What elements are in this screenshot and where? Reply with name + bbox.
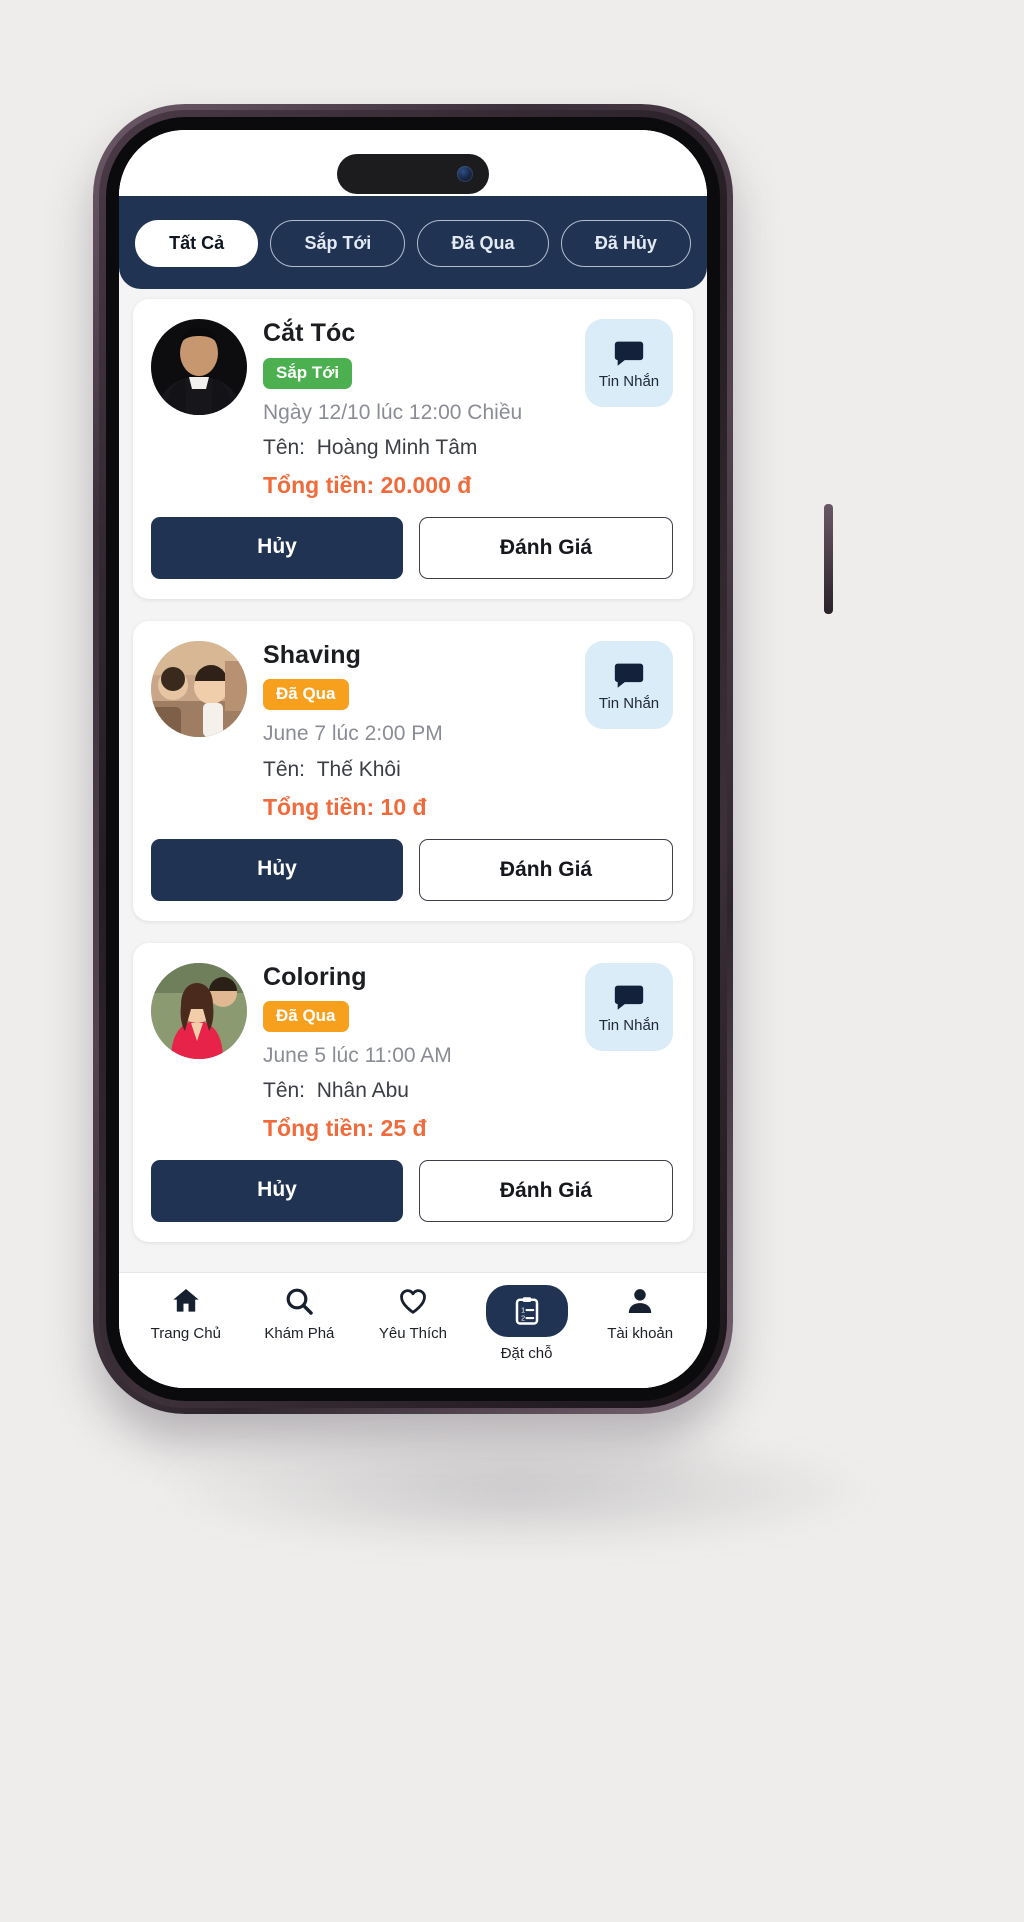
booking-total: Tổng tiền: 25 đ [263, 1115, 427, 1142]
customer-name: Hoàng Minh Tâm [316, 435, 478, 459]
status-badge: Sắp Tới [263, 357, 353, 389]
cancel-button[interactable]: Hủy [151, 1160, 403, 1223]
tab-label: Đã Qua [451, 233, 515, 253]
message-button[interactable]: Tin Nhắn [585, 640, 673, 729]
booking-datetime: June 5 lúc 11:00 AM [263, 1044, 452, 1067]
message-button-label: Tin Nhắn [598, 1016, 660, 1034]
svg-text:2: 2 [521, 1314, 525, 1323]
nav-label: Yêu Thích [378, 1325, 448, 1342]
booking-app: Tất Cả Sắp Tới Đã Qua Đã Hủy Cắt Tóc Sắp… [119, 130, 707, 1388]
review-button[interactable]: Đánh Giá [419, 1160, 673, 1223]
home-icon [173, 1289, 199, 1312]
chat-bubble-icon [614, 663, 644, 688]
screenshot-canvas: Tất Cả Sắp Tới Đã Qua Đã Hủy Cắt Tóc Sắp… [0, 0, 1024, 1922]
search-icon [286, 1288, 314, 1315]
customer-name: Nhân Abu [316, 1079, 409, 1103]
service-title: Shaving [263, 640, 361, 669]
tab-label: Tất Cả [169, 233, 225, 253]
service-title: Cắt Tóc [263, 319, 356, 347]
clipboard-icon: 1 2 [515, 1297, 538, 1325]
booking-card[interactable]: Cắt Tóc Sắp Tới Ngày 12/10 lúc 12:00 Chi… [133, 299, 693, 599]
tab-label: Sắp Tới [304, 233, 372, 253]
front-camera-icon [457, 166, 473, 182]
chat-bubble-icon [614, 985, 644, 1010]
review-button[interactable]: Đánh Giá [419, 516, 673, 579]
nav-label: Khám Phá [264, 1325, 335, 1342]
booking-customer-row: Tên: Nhân Abu [263, 1079, 577, 1103]
message-button[interactable]: Tin Nhắn [585, 319, 673, 407]
avatar-photo-2 [151, 640, 247, 737]
phone-device-frame: Tất Cả Sắp Tới Đã Qua Đã Hủy Cắt Tóc Sắp… [93, 104, 833, 1414]
avatar [151, 640, 247, 737]
booking-total: Tổng tiền: 10 đ [263, 793, 427, 820]
booking-actions: Hủy Đánh Giá [151, 838, 673, 901]
nav-item-dat-cho[interactable]: 1 2 Đặt chỗ [470, 1285, 584, 1362]
heart-icon [400, 1289, 426, 1314]
booking-actions: Hủy Đánh Giá [151, 516, 673, 579]
nav-item-tai-khoan[interactable]: Tài khoản [583, 1285, 697, 1342]
review-button[interactable]: Đánh Giá [419, 838, 673, 901]
nav-item-yeu-thich[interactable]: Yêu Thích [356, 1285, 470, 1342]
dynamic-island [337, 154, 489, 194]
booking-datetime: June 7 lúc 2:00 PM [263, 722, 443, 746]
tab-da-huy[interactable]: Đã Hủy [560, 220, 691, 267]
active-nav-pill: 1 2 [485, 1285, 568, 1337]
avatar-photo-3 [151, 962, 247, 1059]
nav-label: Tài khoản [607, 1325, 674, 1342]
booking-datetime: Ngày 12/10 lúc 12:00 Chiều [263, 400, 523, 424]
nav-item-kham-pha[interactable]: Khám Phá [243, 1285, 357, 1342]
chat-bubble-icon [614, 341, 644, 366]
message-button-label: Tin Nhắn [598, 373, 660, 390]
customer-label: Tên: [263, 757, 306, 781]
tab-sap-toi[interactable]: Sắp Tới [270, 220, 406, 267]
status-badge: Đã Qua [263, 1001, 349, 1032]
tab-label: Đã Hủy [594, 233, 657, 253]
cancel-button[interactable]: Hủy [151, 838, 403, 901]
booking-card[interactable]: Shaving Đã Qua June 7 lúc 2:00 PM Tên: T… [133, 620, 693, 921]
customer-label: Tên: [263, 435, 306, 459]
message-button[interactable]: Tin Nhắn [585, 962, 673, 1051]
customer-name: Thế Khôi [316, 757, 401, 781]
booking-actions: Hủy Đánh Giá [151, 1160, 673, 1223]
customer-label: Tên: [263, 1079, 306, 1103]
status-badge: Đã Qua [263, 679, 349, 711]
filter-tab-bar: Tất Cả Sắp Tới Đã Qua Đã Hủy [119, 196, 707, 289]
avatar [151, 962, 247, 1059]
nav-label: Trang Chủ [150, 1325, 221, 1342]
booking-total: Tổng tiền: 20.000 đ [263, 471, 472, 498]
avatar-photo-1 [151, 319, 247, 415]
nav-label: Đặt chỗ [500, 1345, 553, 1362]
booking-customer-row: Tên: Thế Khôi [263, 758, 577, 782]
tab-da-qua[interactable]: Đã Qua [417, 220, 549, 267]
cancel-button[interactable]: Hủy [151, 516, 403, 579]
booking-list[interactable]: Cắt Tóc Sắp Tới Ngày 12/10 lúc 12:00 Chi… [119, 289, 707, 1272]
bottom-navigation-bar: Trang Chủ Khám Phá Yêu Thích 1 2 Đặt chỗ… [119, 1272, 707, 1388]
phone-drop-shadow [150, 1430, 880, 1550]
phone-screen: Tất Cả Sắp Tới Đã Qua Đã Hủy Cắt Tóc Sắp… [119, 130, 707, 1388]
person-icon [628, 1289, 652, 1313]
booking-card[interactable]: Coloring Đã Qua June 5 lúc 11:00 AM Tên:… [133, 942, 693, 1243]
booking-customer-row: Tên: Hoàng Minh Tâm [263, 436, 577, 460]
nav-item-trang-chu[interactable]: Trang Chủ [129, 1285, 243, 1342]
service-title: Coloring [263, 962, 367, 991]
tab-tat-ca[interactable]: Tất Cả [135, 220, 259, 267]
message-button-label: Tin Nhắn [598, 694, 660, 712]
power-button[interactable] [824, 504, 833, 614]
avatar [151, 319, 247, 415]
